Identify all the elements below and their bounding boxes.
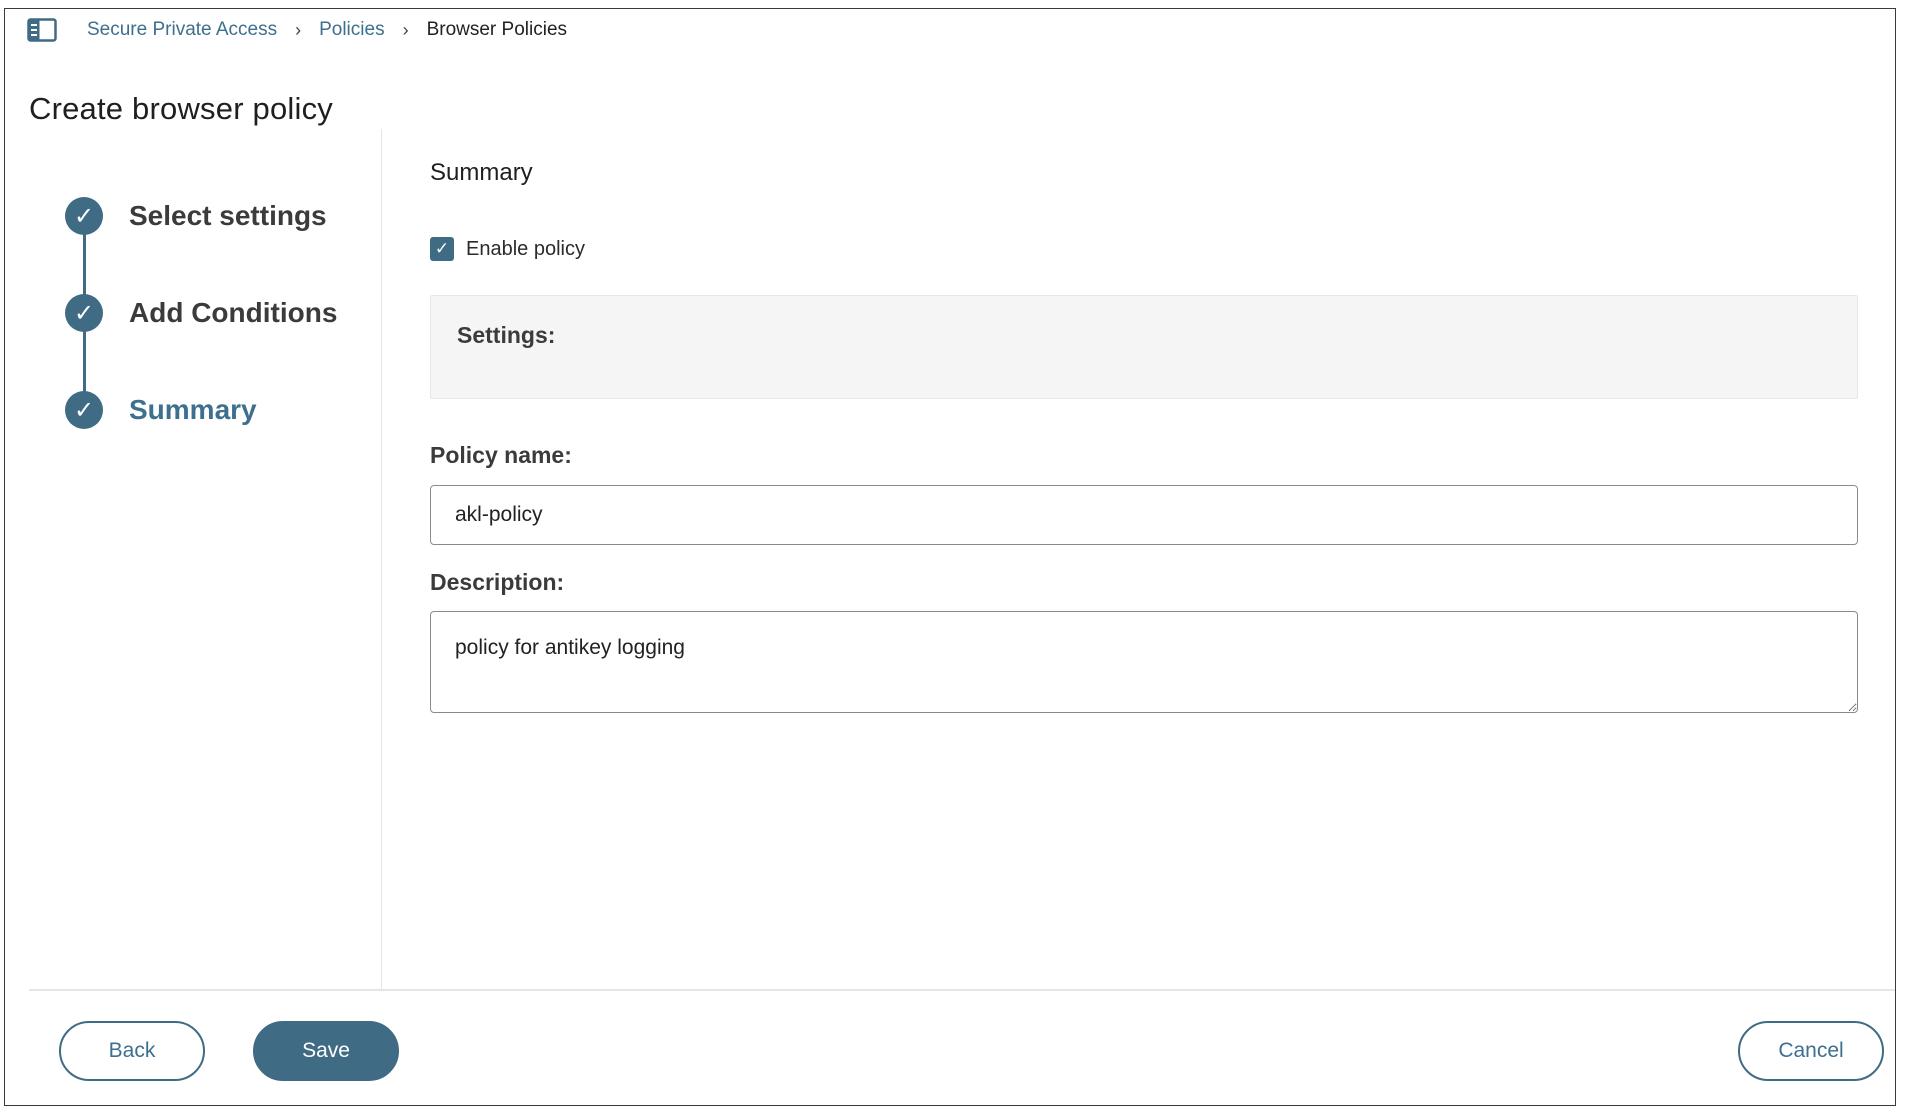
sidebar-toggle-icon[interactable] bbox=[27, 18, 57, 42]
policy-name-label: Policy name: bbox=[430, 442, 572, 468]
enable-policy-label: Enable policy bbox=[466, 237, 585, 260]
breadcrumb-link-policies[interactable]: Policies bbox=[319, 19, 384, 41]
step-add-conditions[interactable]: ✓ Add Conditions bbox=[65, 294, 337, 332]
cancel-button[interactable]: Cancel bbox=[1738, 1021, 1884, 1081]
check-icon: ✓ bbox=[65, 294, 103, 332]
footer-divider bbox=[29, 989, 1895, 991]
step-select-settings[interactable]: ✓ Select settings bbox=[65, 197, 327, 235]
step-summary[interactable]: ✓ Summary bbox=[65, 391, 257, 429]
page-title: Create browser policy bbox=[29, 91, 333, 126]
wizard-stepper: ✓ Select settings ✓ Add Conditions ✓ Sum… bbox=[5, 129, 382, 989]
breadcrumb-current: Browser Policies bbox=[426, 19, 568, 40]
settings-label: Settings: bbox=[457, 322, 556, 348]
step-label: Summary bbox=[129, 394, 257, 425]
chevron-right-icon: › bbox=[295, 19, 302, 40]
check-icon: ✓ bbox=[65, 391, 103, 429]
step-label: Add Conditions bbox=[129, 297, 338, 328]
breadcrumb: Secure Private Access › Policies › Brows… bbox=[27, 15, 567, 45]
description-label: Description: bbox=[430, 569, 565, 595]
step-label: Select settings bbox=[129, 200, 327, 231]
enable-policy-checkbox[interactable]: ✓ Enable policy bbox=[430, 237, 585, 261]
description-textarea[interactable]: policy for antikey logging bbox=[430, 611, 1858, 713]
app-window: Secure Private Access › Policies › Brows… bbox=[4, 8, 1896, 1106]
save-button[interactable]: Save bbox=[253, 1021, 399, 1081]
back-button[interactable]: Back bbox=[59, 1021, 205, 1081]
section-title: Summary bbox=[430, 159, 533, 186]
policy-name-input[interactable] bbox=[430, 485, 1858, 545]
check-icon[interactable]: ✓ bbox=[430, 237, 454, 261]
breadcrumb-link-secure-private-access[interactable]: Secure Private Access bbox=[87, 19, 277, 41]
settings-panel: Settings: bbox=[430, 295, 1858, 399]
chevron-right-icon: › bbox=[402, 19, 409, 40]
check-icon: ✓ bbox=[65, 197, 103, 235]
